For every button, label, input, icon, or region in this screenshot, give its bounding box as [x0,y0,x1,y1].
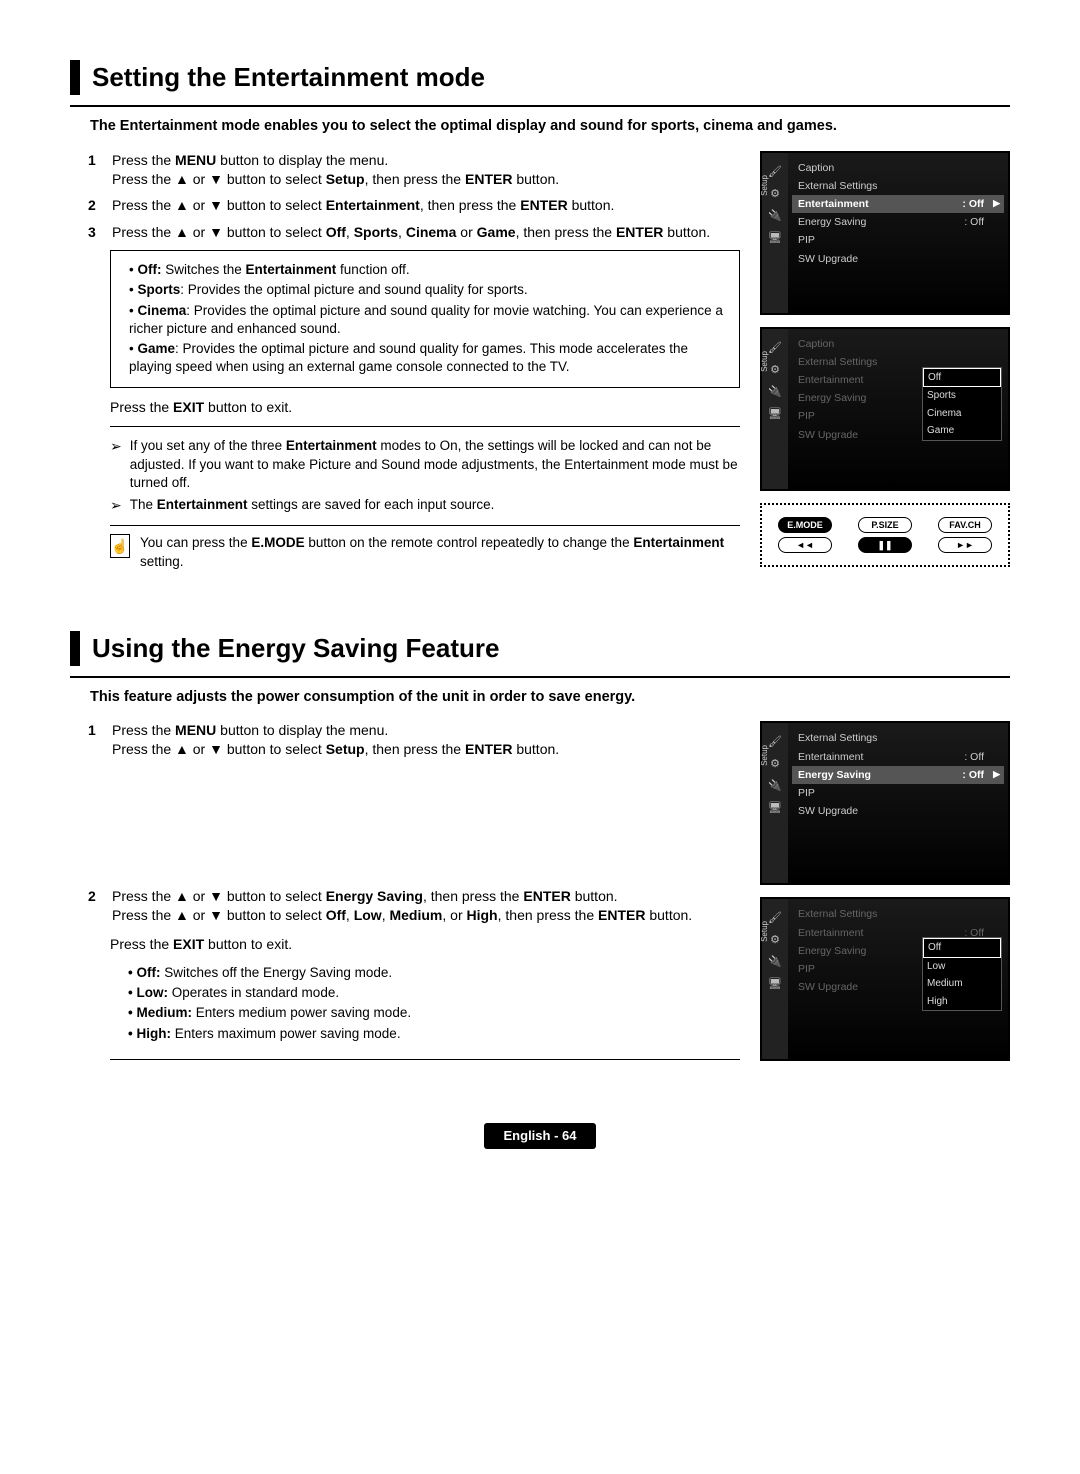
options-box-2: • Off: Switches off the Energy Saving mo… [110,964,740,1053]
osd-row: PIP [792,231,1004,249]
hand-icon: ☝ [110,534,130,558]
osd-menu-4: Setup 🖌 ⚙ 🔌 🖥 External Settings Entertai… [760,897,1010,1061]
divider [110,426,740,427]
page-footer: English - 64 [484,1123,597,1149]
osd-row: Energy Saving: Off [792,213,1004,231]
dropdown-item: Off [923,368,1001,388]
osd-menu-2: Setup 🖌 ⚙ 🔌 🖥 Caption External Settings … [760,327,1010,491]
plug-icon: 🔌 [768,209,782,223]
osd-row: SW Upgrade [792,802,1004,820]
osd-row: External Settings [792,177,1004,195]
step-number: 1 [88,151,102,189]
osd-menu-1: Setup 🖌 ⚙ 🔌 🖥 Caption External Settings … [760,151,1010,315]
dropdown-item: High [923,993,1001,1011]
step-number: 2 [88,887,102,925]
osd-dropdown-2: Off Low Medium High [922,937,1002,1011]
osd-row: External Settings [792,729,1004,747]
s2-step1-text: Press the MENU button to display the men… [112,721,559,759]
pc-icon: 🖥 [768,231,782,245]
note-item: The Entertainment settings are saved for… [110,496,740,515]
plug-icon: 🔌 [768,955,782,969]
section2-title: Using the Energy Saving Feature [70,631,1010,666]
step1-text: Press the MENU button to display the men… [112,151,559,189]
pc-icon: 🖥 [768,801,782,815]
setup-vertical-label: Setup [760,351,771,372]
setup-vertical-label: Setup [760,175,771,196]
arrow-icon [110,496,122,515]
step-number: 2 [88,196,102,215]
plug-icon: 🔌 [768,779,782,793]
step3-text: Press the ▲ or ▼ button to select Off, S… [112,223,710,242]
pc-icon: 🖥 [768,407,782,421]
options-box: Off: Switches the Entertainment function… [110,250,740,387]
remote-favch-button: FAV.CH [938,517,992,533]
osd-row: Caption [792,159,1004,177]
osd-dropdown: Off Sports Cinema Game [922,367,1002,441]
dropdown-item: Cinema [923,405,1001,423]
dropdown-item: Game [923,422,1001,440]
section2-intro: This feature adjusts the power consumpti… [90,688,1010,708]
pc-icon: 🖥 [768,977,782,991]
remote-buttons: E.MODE P.SIZE FAV.CH ◄◄ ❚❚ ►► [760,503,1010,567]
exit-line-2: Press the EXIT button to exit. [110,935,740,954]
remote-emode-button: E.MODE [778,517,832,533]
section1-title: Setting the Entertainment mode [70,60,1010,95]
arrow-icon [110,437,122,492]
remote-ff-button: ►► [938,537,992,553]
tip-note: ☝ You can press the E.MODE button on the… [110,534,740,570]
step-number: 1 [88,721,102,759]
remote-rewind-button: ◄◄ [778,537,832,553]
dropdown-item: Sports [923,387,1001,405]
setup-vertical-label: Setup [760,745,771,766]
section1-intro: The Entertainment mode enables you to se… [90,117,1010,137]
osd-menu-3: Setup 🖌 ⚙ 🔌 🖥 External Settings Entertai… [760,721,1010,885]
divider [110,1059,740,1060]
remote-pause-button: ❚❚ [858,537,912,553]
exit-line: Press the EXIT button to exit. [110,398,740,417]
dropdown-item: Medium [923,975,1001,993]
s2-step2-text: Press the ▲ or ▼ button to select Energy… [112,887,692,925]
note-item: If you set any of the three Entertainmen… [110,437,740,492]
remote-psize-button: P.SIZE [858,517,912,533]
dropdown-item: Off [923,938,1001,958]
step2-text: Press the ▲ or ▼ button to select Entert… [112,196,614,215]
osd-row: Caption [792,335,1004,353]
osd-row: Entertainment: Off [792,748,1004,766]
plug-icon: 🔌 [768,385,782,399]
osd-row: External Settings [792,905,1004,923]
divider [110,525,740,526]
osd-row-selected: Entertainment: Off [792,195,1004,213]
step-number: 3 [88,223,102,242]
osd-row-selected: Energy Saving: Off [792,766,1004,784]
osd-row: SW Upgrade [792,250,1004,268]
dropdown-item: Low [923,958,1001,976]
osd-row: PIP [792,784,1004,802]
setup-vertical-label: Setup [760,921,771,942]
